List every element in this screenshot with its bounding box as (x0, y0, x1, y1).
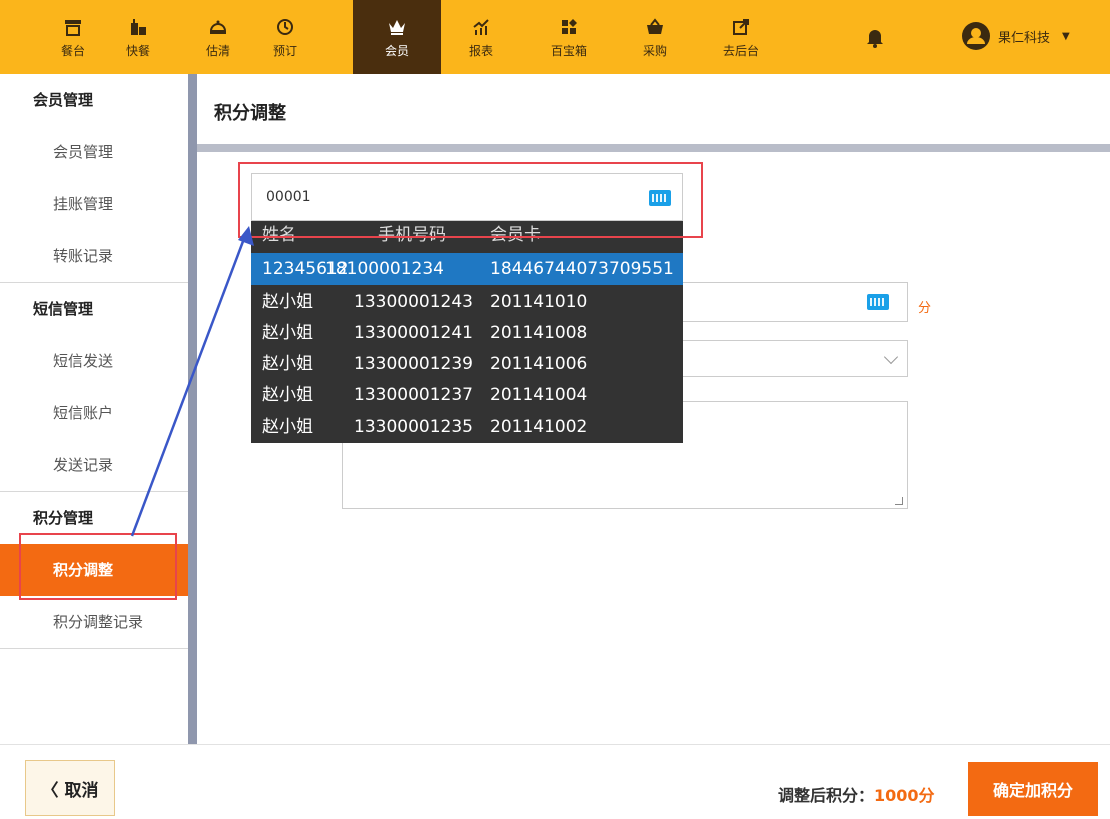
cell-name: 赵小姐 (262, 385, 313, 405)
cell-phone: 13300001239 (354, 354, 473, 374)
avatar-icon (962, 22, 990, 50)
nav-label: 报表 (468, 43, 493, 58)
cell-card: 201141010 (490, 292, 588, 312)
nav-item-member[interactable]: 会员 (353, 0, 441, 74)
suggestion-row[interactable]: 赵小姐 13300001237 201141004 (251, 379, 683, 411)
sidebar-item-credit-manage[interactable]: 挂账管理 (0, 178, 188, 230)
suggestion-row[interactable]: 12345612 18100001234 18446744073709551 (251, 253, 683, 285)
suggestion-row[interactable]: 赵小姐 13300001241 201141008 (251, 317, 683, 349)
clock-icon (274, 16, 296, 38)
points-unit: 分 (918, 301, 932, 316)
cell-phone: 13300001241 (354, 323, 473, 343)
nav-label: 估清 (205, 43, 230, 58)
sidebar-group-title: 短信管理 (33, 300, 94, 318)
suggestion-row[interactable]: 赵小姐 13300001239 201141006 (251, 348, 683, 380)
sidebar-group-member: 会员管理 会员管理 挂账管理 转账记录 (0, 74, 188, 283)
sidebar-item-sms-account[interactable]: 短信账户 (0, 387, 188, 439)
member-suggestions: 姓名 手机号码 会员卡 12345612 18100001234 1844674… (251, 221, 683, 443)
nav-item-booking[interactable]: 预订 (256, 0, 314, 74)
resize-handle[interactable] (895, 497, 903, 505)
nav-item-fastfood[interactable]: 快餐 (109, 0, 167, 74)
caret-down-icon: ▼ (1062, 30, 1070, 42)
sidebar-group-sms: 短信管理 短信发送 短信账户 发送记录 (0, 283, 188, 492)
nav-label: 预订 (272, 43, 297, 58)
chart-icon (470, 16, 492, 38)
nav-item-report[interactable]: 报表 (452, 0, 510, 74)
crown-icon (386, 16, 408, 38)
cell-phone: 13300001237 (354, 385, 473, 405)
nav-item-soldout[interactable]: 估清 (189, 0, 247, 74)
cancel-button[interactable]: 〈 取消 (25, 760, 115, 816)
page-title: 积分调整 (214, 103, 286, 124)
cell-phone: 13300001235 (354, 417, 473, 437)
sidebar-group-title: 会员管理 (33, 91, 94, 109)
sidebar-item-transfer-record[interactable]: 转账记录 (0, 230, 188, 282)
cell-phone: 13300001243 (354, 292, 473, 312)
nav-label: 会员 (384, 43, 409, 58)
cell-card: 18446744073709551 (490, 259, 674, 279)
nav-item-table[interactable]: 餐台 (44, 0, 102, 74)
footer-bar (0, 744, 1110, 819)
keyboard-icon[interactable] (867, 294, 889, 310)
grid-icon (558, 16, 580, 38)
nav-label: 百宝箱 (550, 43, 587, 58)
table-icon (62, 16, 84, 38)
sidebar-item-send-record[interactable]: 发送记录 (0, 439, 188, 491)
cell-card: 201141002 (490, 417, 588, 437)
annotation-box-sidebar (19, 533, 177, 600)
top-nav-bar: 餐台 快餐 估清 预订 会员 报表 百宝箱 采购 去后台 果仁科技 ▼ (0, 0, 1110, 74)
nav-label: 采购 (642, 43, 667, 58)
annotation-box-search (238, 162, 703, 238)
external-link-icon (730, 16, 752, 38)
cell-name: 赵小姐 (262, 354, 313, 374)
nav-label: 餐台 (60, 43, 85, 58)
nav-item-toolbox[interactable]: 百宝箱 (540, 0, 598, 74)
after-label: 调整后积分： (778, 786, 875, 805)
points-after-adjust: 调整后积分：1000分 (778, 782, 935, 806)
sidebar-item-member-manage[interactable]: 会员管理 (0, 126, 188, 178)
nav-label: 去后台 (722, 43, 759, 58)
nav-item-backend[interactable]: 去后台 (712, 0, 770, 74)
cloche-icon (207, 16, 229, 38)
user-name: 果仁科技 (998, 30, 1051, 46)
cell-card: 201141008 (490, 323, 588, 343)
sidebar-divider (188, 74, 197, 744)
basket-icon (644, 16, 666, 38)
bell-icon[interactable] (864, 26, 886, 48)
fastfood-icon (127, 16, 149, 38)
suggestion-row[interactable]: 赵小姐 13300001243 201141010 (251, 286, 683, 318)
nav-label: 快餐 (125, 43, 150, 58)
confirm-add-points-button[interactable]: 确定加积分 (968, 762, 1098, 816)
title-divider (197, 144, 1110, 152)
user-menu[interactable]: 果仁科技 ▼ (962, 22, 1070, 50)
cell-card: 201141006 (490, 354, 588, 374)
cell-name: 赵小姐 (262, 417, 313, 437)
sidebar-item-points-record[interactable]: 积分调整记录 (0, 596, 188, 648)
cell-phone: 18100001234 (325, 259, 444, 279)
sidebar: 会员管理 会员管理 挂账管理 转账记录 短信管理 短信发送 短信账户 发送记录 … (0, 74, 188, 744)
cell-name: 赵小姐 (262, 292, 313, 312)
suggestion-row[interactable]: 赵小姐 13300001235 201141002 (251, 411, 683, 443)
cell-card: 201141004 (490, 385, 588, 405)
cell-name: 赵小姐 (262, 323, 313, 343)
nav-item-purchase[interactable]: 采购 (626, 0, 684, 74)
sidebar-item-sms-send[interactable]: 短信发送 (0, 335, 188, 387)
after-value: 1000分 (874, 786, 935, 805)
